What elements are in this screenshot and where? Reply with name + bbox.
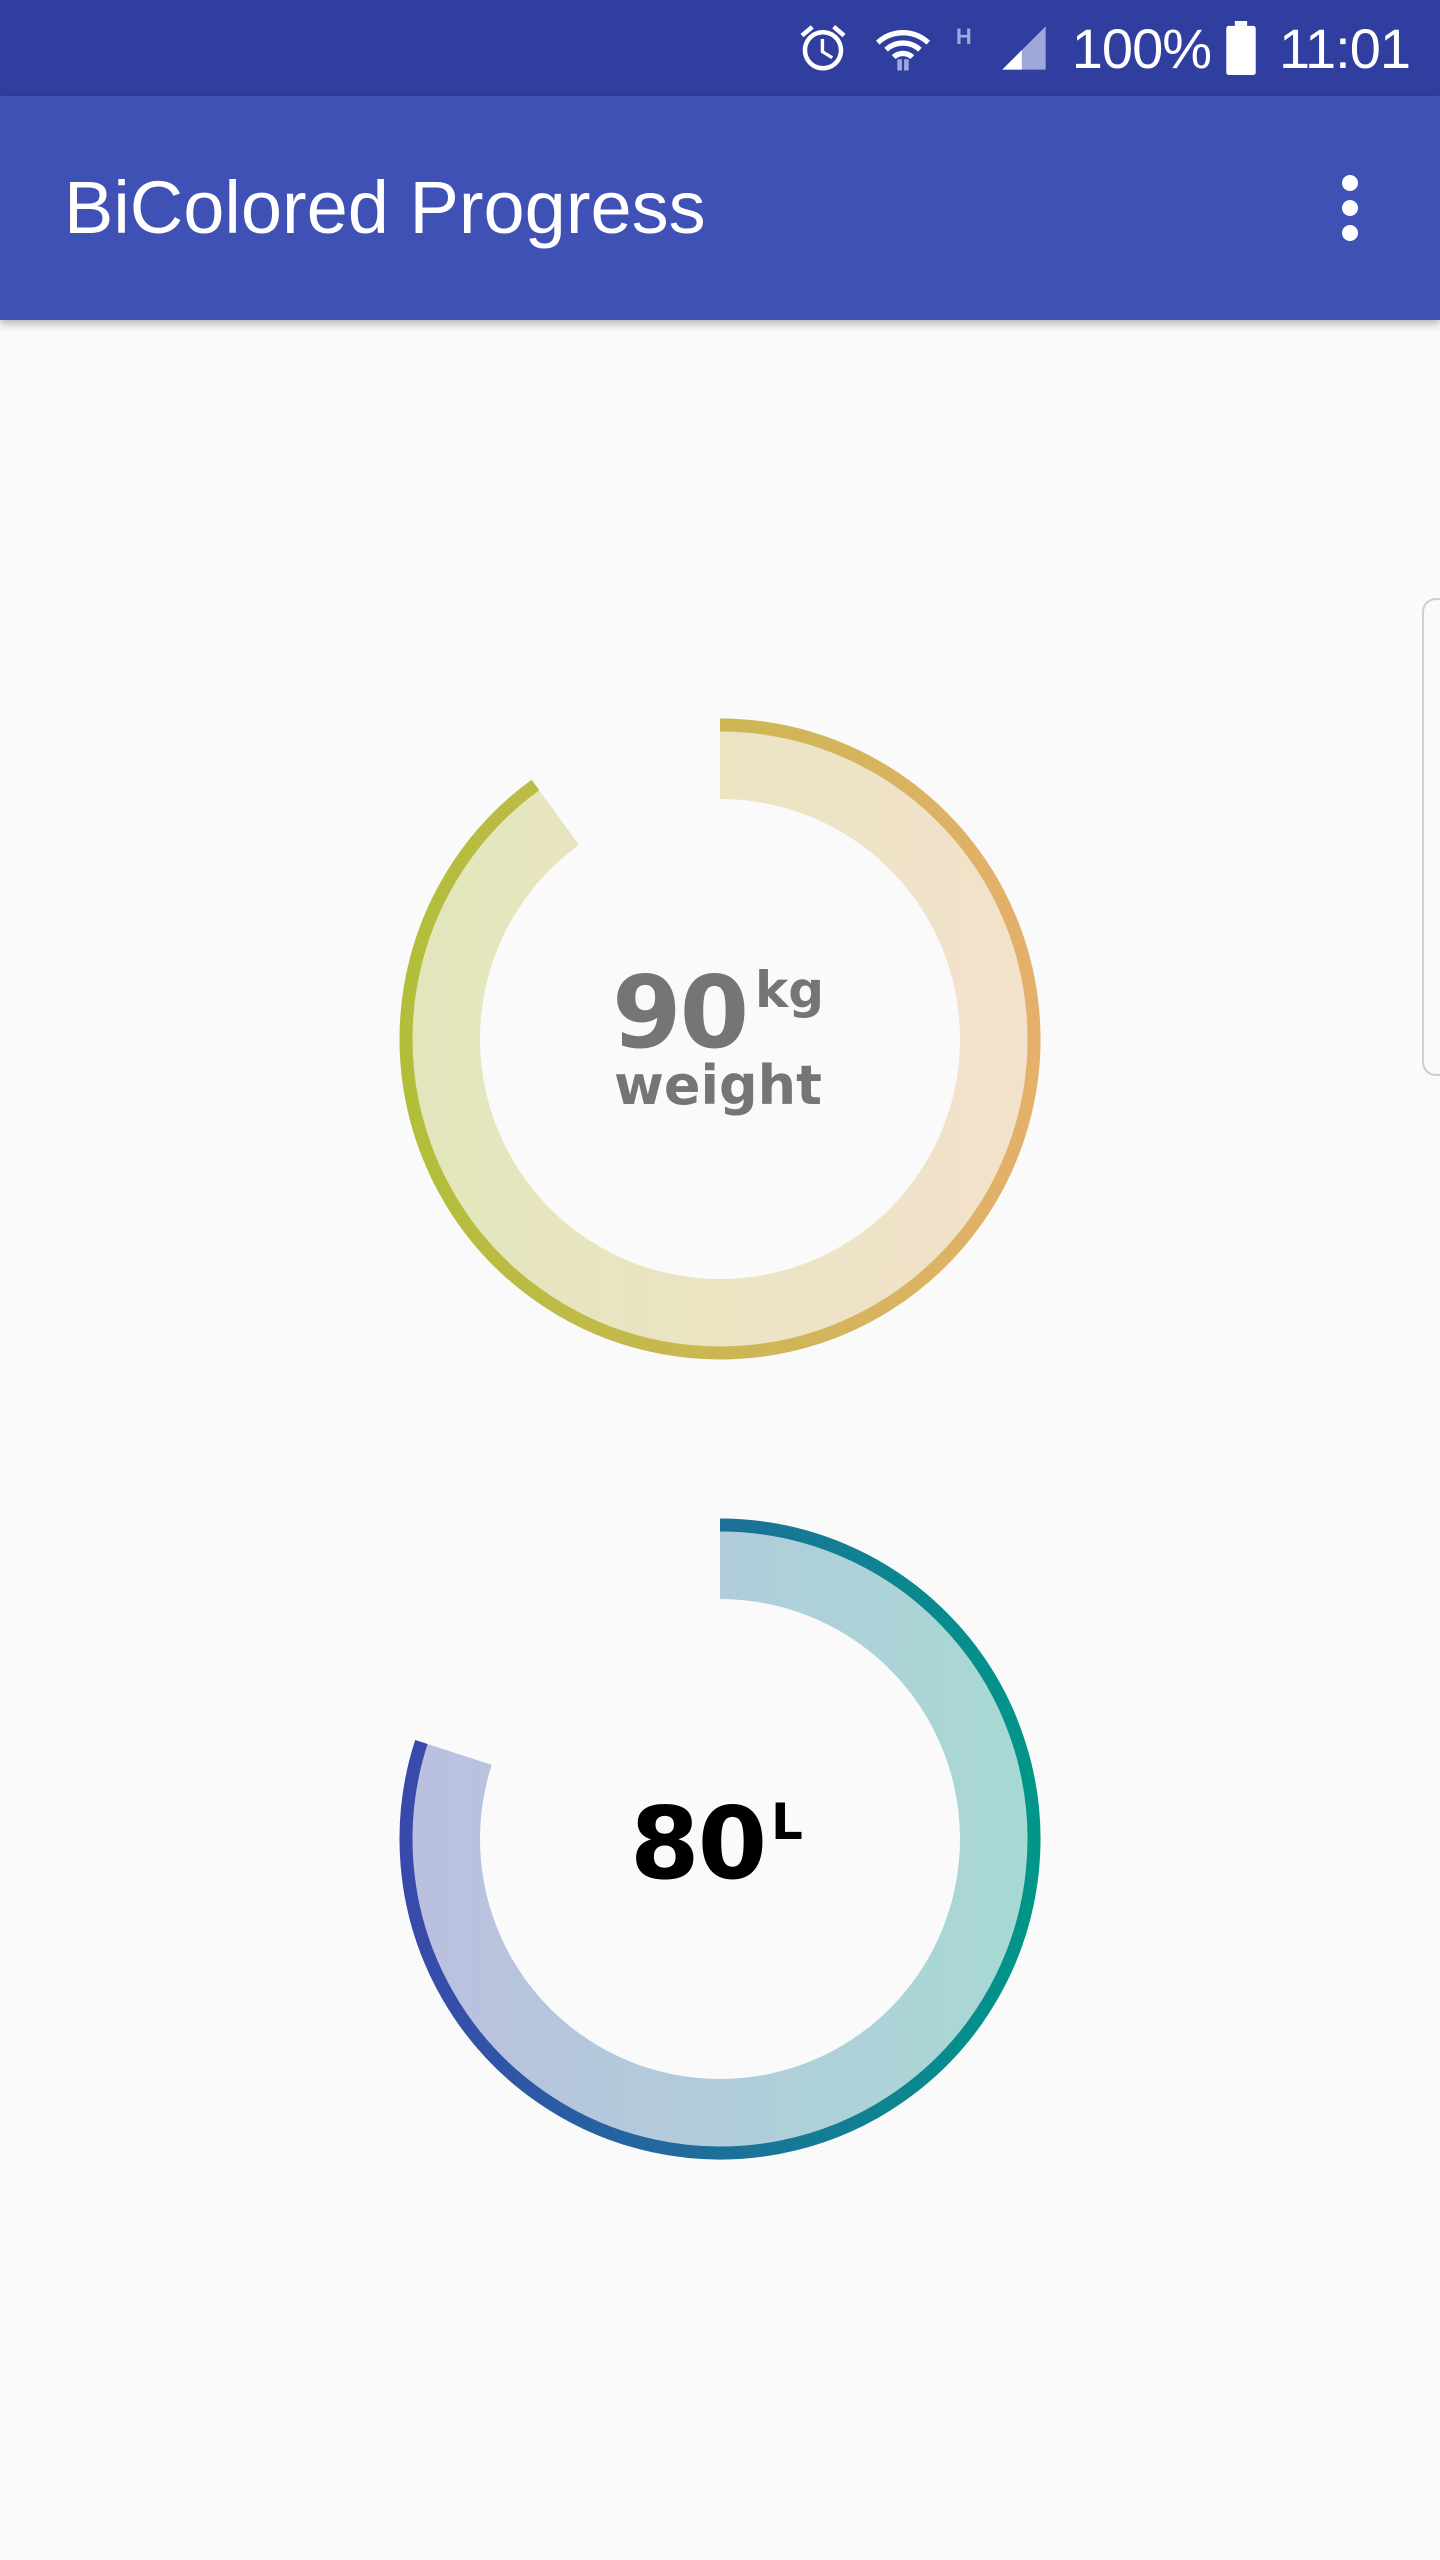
network-type-label: H	[955, 24, 972, 49]
status-bar: H 100% 11:01	[0, 0, 1440, 96]
clock: 11:01	[1279, 16, 1411, 80]
signal-icon	[998, 22, 1050, 74]
battery-icon	[1225, 21, 1257, 75]
more-vert-icon	[1342, 175, 1358, 241]
volume-progress-gauge: 80 L	[360, 1479, 1080, 2199]
gauge-unit: kg	[755, 961, 825, 1019]
edge-panel-handle[interactable]	[1422, 598, 1440, 1076]
gauge-unit: L	[771, 1793, 803, 1851]
battery-percentage: 100%	[1071, 16, 1212, 80]
app-title: BiColored Progress	[64, 166, 706, 249]
gauge-value: 80	[630, 1785, 767, 1902]
wifi-icon	[875, 21, 930, 75]
weight-progress-gauge: 90 kg weight	[360, 679, 1080, 1399]
app-bar: BiColored Progress	[0, 96, 1440, 320]
overflow-menu-button[interactable]	[1300, 158, 1400, 258]
gauge-value: 90	[612, 954, 749, 1071]
gauge-label: weight	[614, 1054, 822, 1117]
alarm-icon	[796, 21, 850, 75]
